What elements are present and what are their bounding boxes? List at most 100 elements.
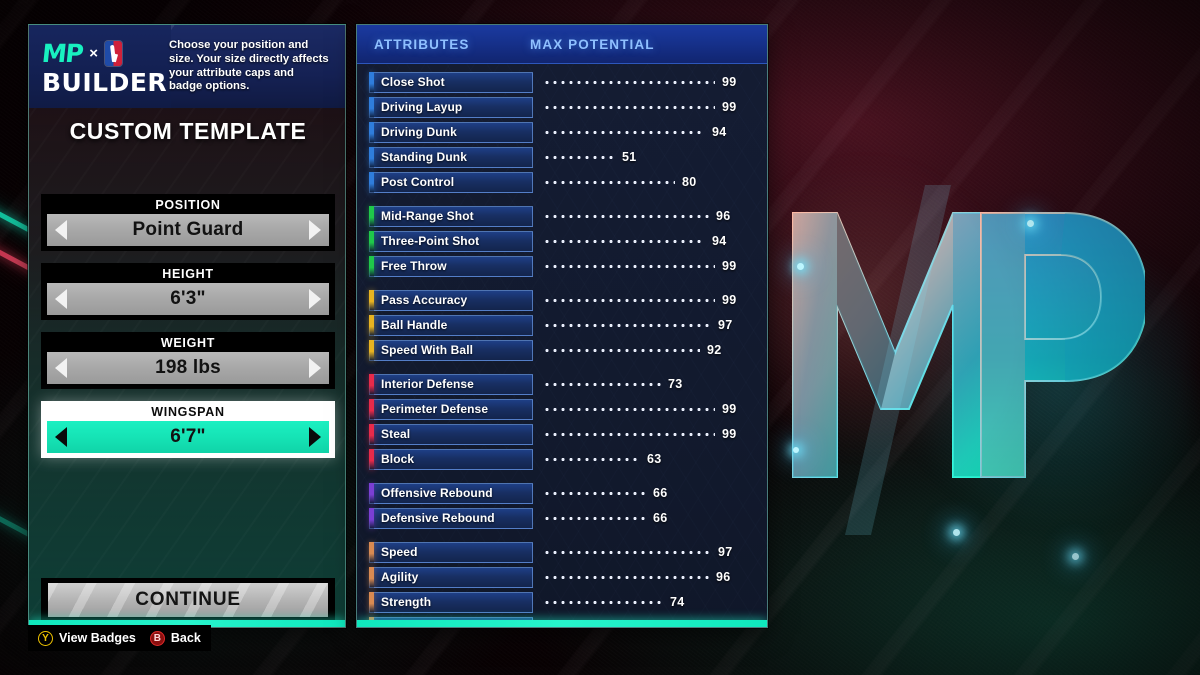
chevron-right-icon[interactable] [309, 289, 321, 309]
leader-dots [543, 323, 711, 327]
attribute-chip[interactable]: Interior Defense [369, 373, 533, 395]
attribute-leader: 73 [543, 374, 767, 395]
chevron-left-icon[interactable] [55, 358, 67, 378]
attribute-row[interactable]: Steal 99 [357, 422, 767, 446]
attribute-row[interactable]: Ball Handle 97 [357, 313, 767, 337]
attribute-row[interactable]: Mid-Range Shot 96 [357, 204, 767, 228]
continue-button[interactable]: CONTINUE [48, 583, 328, 617]
attribute-row[interactable]: Perimeter Defense 99 [357, 397, 767, 421]
chevron-right-icon[interactable] [309, 427, 321, 447]
attribute-accent-bar [369, 339, 374, 361]
attribute-chip[interactable]: Driving Dunk [369, 121, 533, 143]
attribute-accent-bar [369, 146, 374, 168]
attribute-row[interactable]: Defensive Rebound 66 [357, 506, 767, 530]
attribute-chip[interactable]: Mid-Range Shot [369, 205, 533, 227]
attribute-row[interactable]: Block 63 [357, 447, 767, 471]
attribute-chip[interactable]: Block [369, 448, 533, 470]
button-y-icon: Y [38, 630, 53, 646]
attribute-chip[interactable]: Agility [369, 566, 533, 588]
attribute-label: Defensive Rebound [381, 511, 495, 525]
attribute-chip[interactable]: Close Shot [369, 71, 533, 93]
attribute-value: 97 [718, 545, 733, 559]
attribute-row[interactable]: Three-Point Shot 94 [357, 229, 767, 253]
attribute-row[interactable]: Interior Defense 73 [357, 372, 767, 396]
stepper-bar[interactable]: 6'3" [47, 283, 329, 315]
chevron-left-icon[interactable] [55, 220, 67, 240]
leader-dots [543, 516, 646, 520]
attribute-row[interactable]: Pass Accuracy 99 [357, 288, 767, 312]
attribute-value: 74 [670, 595, 685, 609]
attribute-label: Speed With Ball [381, 343, 474, 357]
attribute-leader: 96 [543, 567, 767, 588]
attribute-chip[interactable]: Offensive Rebound [369, 482, 533, 504]
attribute-row[interactable]: Speed 97 [357, 540, 767, 564]
stepper-value: 198 lbs [155, 357, 221, 378]
attribute-leader: 99 [543, 72, 767, 93]
attribute-leader: 94 [543, 122, 767, 143]
column-header-max-potential: MAX POTENTIAL [530, 36, 655, 52]
attribute-row[interactable]: Driving Layup 99 [357, 95, 767, 119]
prompt-label: View Badges [59, 631, 136, 645]
attribute-chip[interactable]: Defensive Rebound [369, 507, 533, 529]
attribute-chip[interactable]: Speed [369, 541, 533, 563]
attribute-chip[interactable]: Driving Layup [369, 96, 533, 118]
attribute-chip[interactable]: Speed With Ball [369, 339, 533, 361]
attributes-list: Close Shot 99 Driving Layup 99 Driving Dunk 9… [357, 64, 767, 627]
attribute-row[interactable]: Close Shot 99 [357, 70, 767, 94]
attribute-chip[interactable]: Standing Dunk [369, 146, 533, 168]
attribute-group-defense: Interior Defense 73 Perimeter Defense 99 Ste… [357, 372, 767, 471]
stepper-wingspan[interactable]: WINGSPAN 6'7" [41, 401, 335, 458]
attribute-value: 94 [712, 125, 727, 139]
attribute-row[interactable]: Agility 96 [357, 565, 767, 589]
stepper-position[interactable]: POSITION Point Guard [41, 194, 335, 251]
attribute-accent-bar [369, 373, 374, 395]
attribute-accent-bar [369, 566, 374, 588]
stepper-height[interactable]: HEIGHT 6'3" [41, 263, 335, 320]
attribute-group-rebounding: Offensive Rebound 66 Defensive Rebound 66 [357, 481, 767, 530]
stepper-bar[interactable]: 198 lbs [47, 352, 329, 384]
stepper-weight[interactable]: WEIGHT 198 lbs [41, 332, 335, 389]
attribute-accent-bar [369, 314, 374, 336]
chevron-right-icon[interactable] [309, 220, 321, 240]
attribute-leader: 96 [543, 206, 767, 227]
attribute-chip[interactable]: Three-Point Shot [369, 230, 533, 252]
stepper-bar[interactable]: 6'7" [47, 421, 329, 453]
attribute-chip[interactable]: Strength [369, 591, 533, 613]
attribute-accent-bar [369, 255, 374, 277]
attribute-chip[interactable]: Ball Handle [369, 314, 533, 336]
attribute-chip[interactable]: Free Throw [369, 255, 533, 277]
attribute-chip[interactable]: Steal [369, 423, 533, 445]
attribute-chip[interactable]: Post Control [369, 171, 533, 193]
stepper-bar[interactable]: Point Guard [47, 214, 329, 246]
attribute-row[interactable]: Strength 74 [357, 590, 767, 614]
attribute-leader: 99 [543, 399, 767, 420]
stepper-label: WEIGHT [160, 336, 216, 350]
attribute-accent-bar [369, 230, 374, 252]
attribute-row[interactable]: Standing Dunk 51 [357, 145, 767, 169]
attribute-value: 96 [716, 209, 731, 223]
attribute-value: 99 [722, 427, 737, 441]
attribute-row[interactable]: Speed With Ball 92 [357, 338, 767, 362]
builder-text: BUILDER [42, 68, 168, 97]
attribute-row[interactable]: Post Control 80 [357, 170, 767, 194]
mp-builder-logo: MP × BUILDER [29, 38, 168, 97]
prompt-back[interactable]: B Back [149, 630, 201, 646]
prompt-view-badges[interactable]: Y View Badges [38, 630, 136, 646]
panel-texture [29, 25, 345, 627]
attribute-leader: 92 [543, 340, 767, 361]
chevron-right-icon[interactable] [309, 358, 321, 378]
attribute-row[interactable]: Driving Dunk 94 [357, 120, 767, 144]
attribute-value: 80 [682, 175, 697, 189]
chevron-left-icon[interactable] [55, 289, 67, 309]
attribute-group-finishing: Close Shot 99 Driving Layup 99 Driving Dunk 9… [357, 70, 767, 194]
attribute-label: Steal [381, 427, 411, 441]
attribute-row[interactable]: Free Throw 99 [357, 254, 767, 278]
leader-dots [543, 575, 709, 579]
attribute-chip[interactable]: Pass Accuracy [369, 289, 533, 311]
leader-dots [543, 382, 661, 386]
attribute-row[interactable]: Offensive Rebound 66 [357, 481, 767, 505]
attribute-chip[interactable]: Perimeter Defense [369, 398, 533, 420]
attribute-value: 63 [647, 452, 662, 466]
chevron-left-icon[interactable] [55, 427, 67, 447]
attribute-leader: 51 [543, 147, 767, 168]
